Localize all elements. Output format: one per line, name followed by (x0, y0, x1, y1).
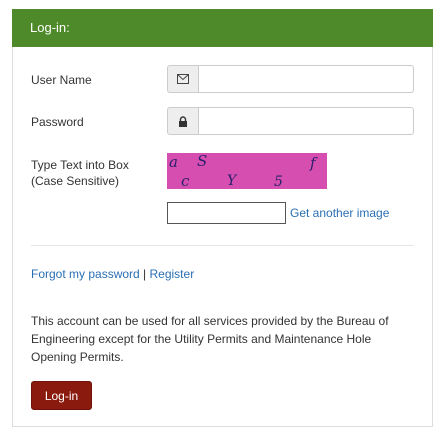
username-group (167, 65, 414, 93)
captcha-char-4: Y (227, 173, 238, 189)
captcha-image: a S c Y 5 f (167, 153, 327, 189)
captcha-char-6: f (309, 154, 318, 172)
captcha-char-5: 5 (274, 174, 283, 189)
register-link[interactable]: Register (150, 267, 195, 281)
panel-title: Log-in: (30, 20, 70, 35)
captcha-char-1: a (169, 153, 178, 171)
account-links: Forgot my password | Register (31, 267, 194, 281)
captcha-label-line2: (Case Sensitive) (31, 174, 120, 188)
password-input[interactable] (199, 107, 414, 135)
username-input[interactable] (199, 65, 414, 93)
username-label: User Name (31, 73, 92, 87)
password-group (167, 107, 414, 135)
get-another-image-link[interactable]: Get another image (290, 206, 389, 220)
captcha-char-2: S (197, 153, 207, 170)
password-label: Password (31, 115, 84, 129)
account-notice: This account can be used for all service… (31, 314, 389, 364)
lock-icon (167, 107, 199, 135)
panel-header: Log-in: (12, 9, 433, 47)
captcha-input[interactable] (167, 202, 286, 224)
links-separator: | (139, 267, 150, 281)
captcha-label: Type Text into Box (Case Sensitive) (31, 157, 129, 189)
captcha-label-line1: Type Text into Box (31, 158, 129, 172)
forgot-password-link[interactable]: Forgot my password (31, 267, 140, 281)
envelope-icon (167, 65, 199, 93)
captcha-char-3: c (181, 172, 190, 189)
divider (31, 245, 414, 246)
login-button[interactable]: Log-in (31, 381, 92, 410)
